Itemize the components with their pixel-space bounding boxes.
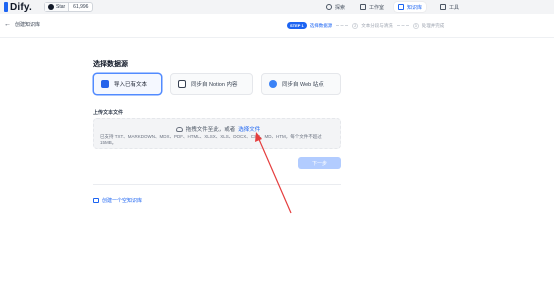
annotation-arrow xyxy=(255,132,292,214)
